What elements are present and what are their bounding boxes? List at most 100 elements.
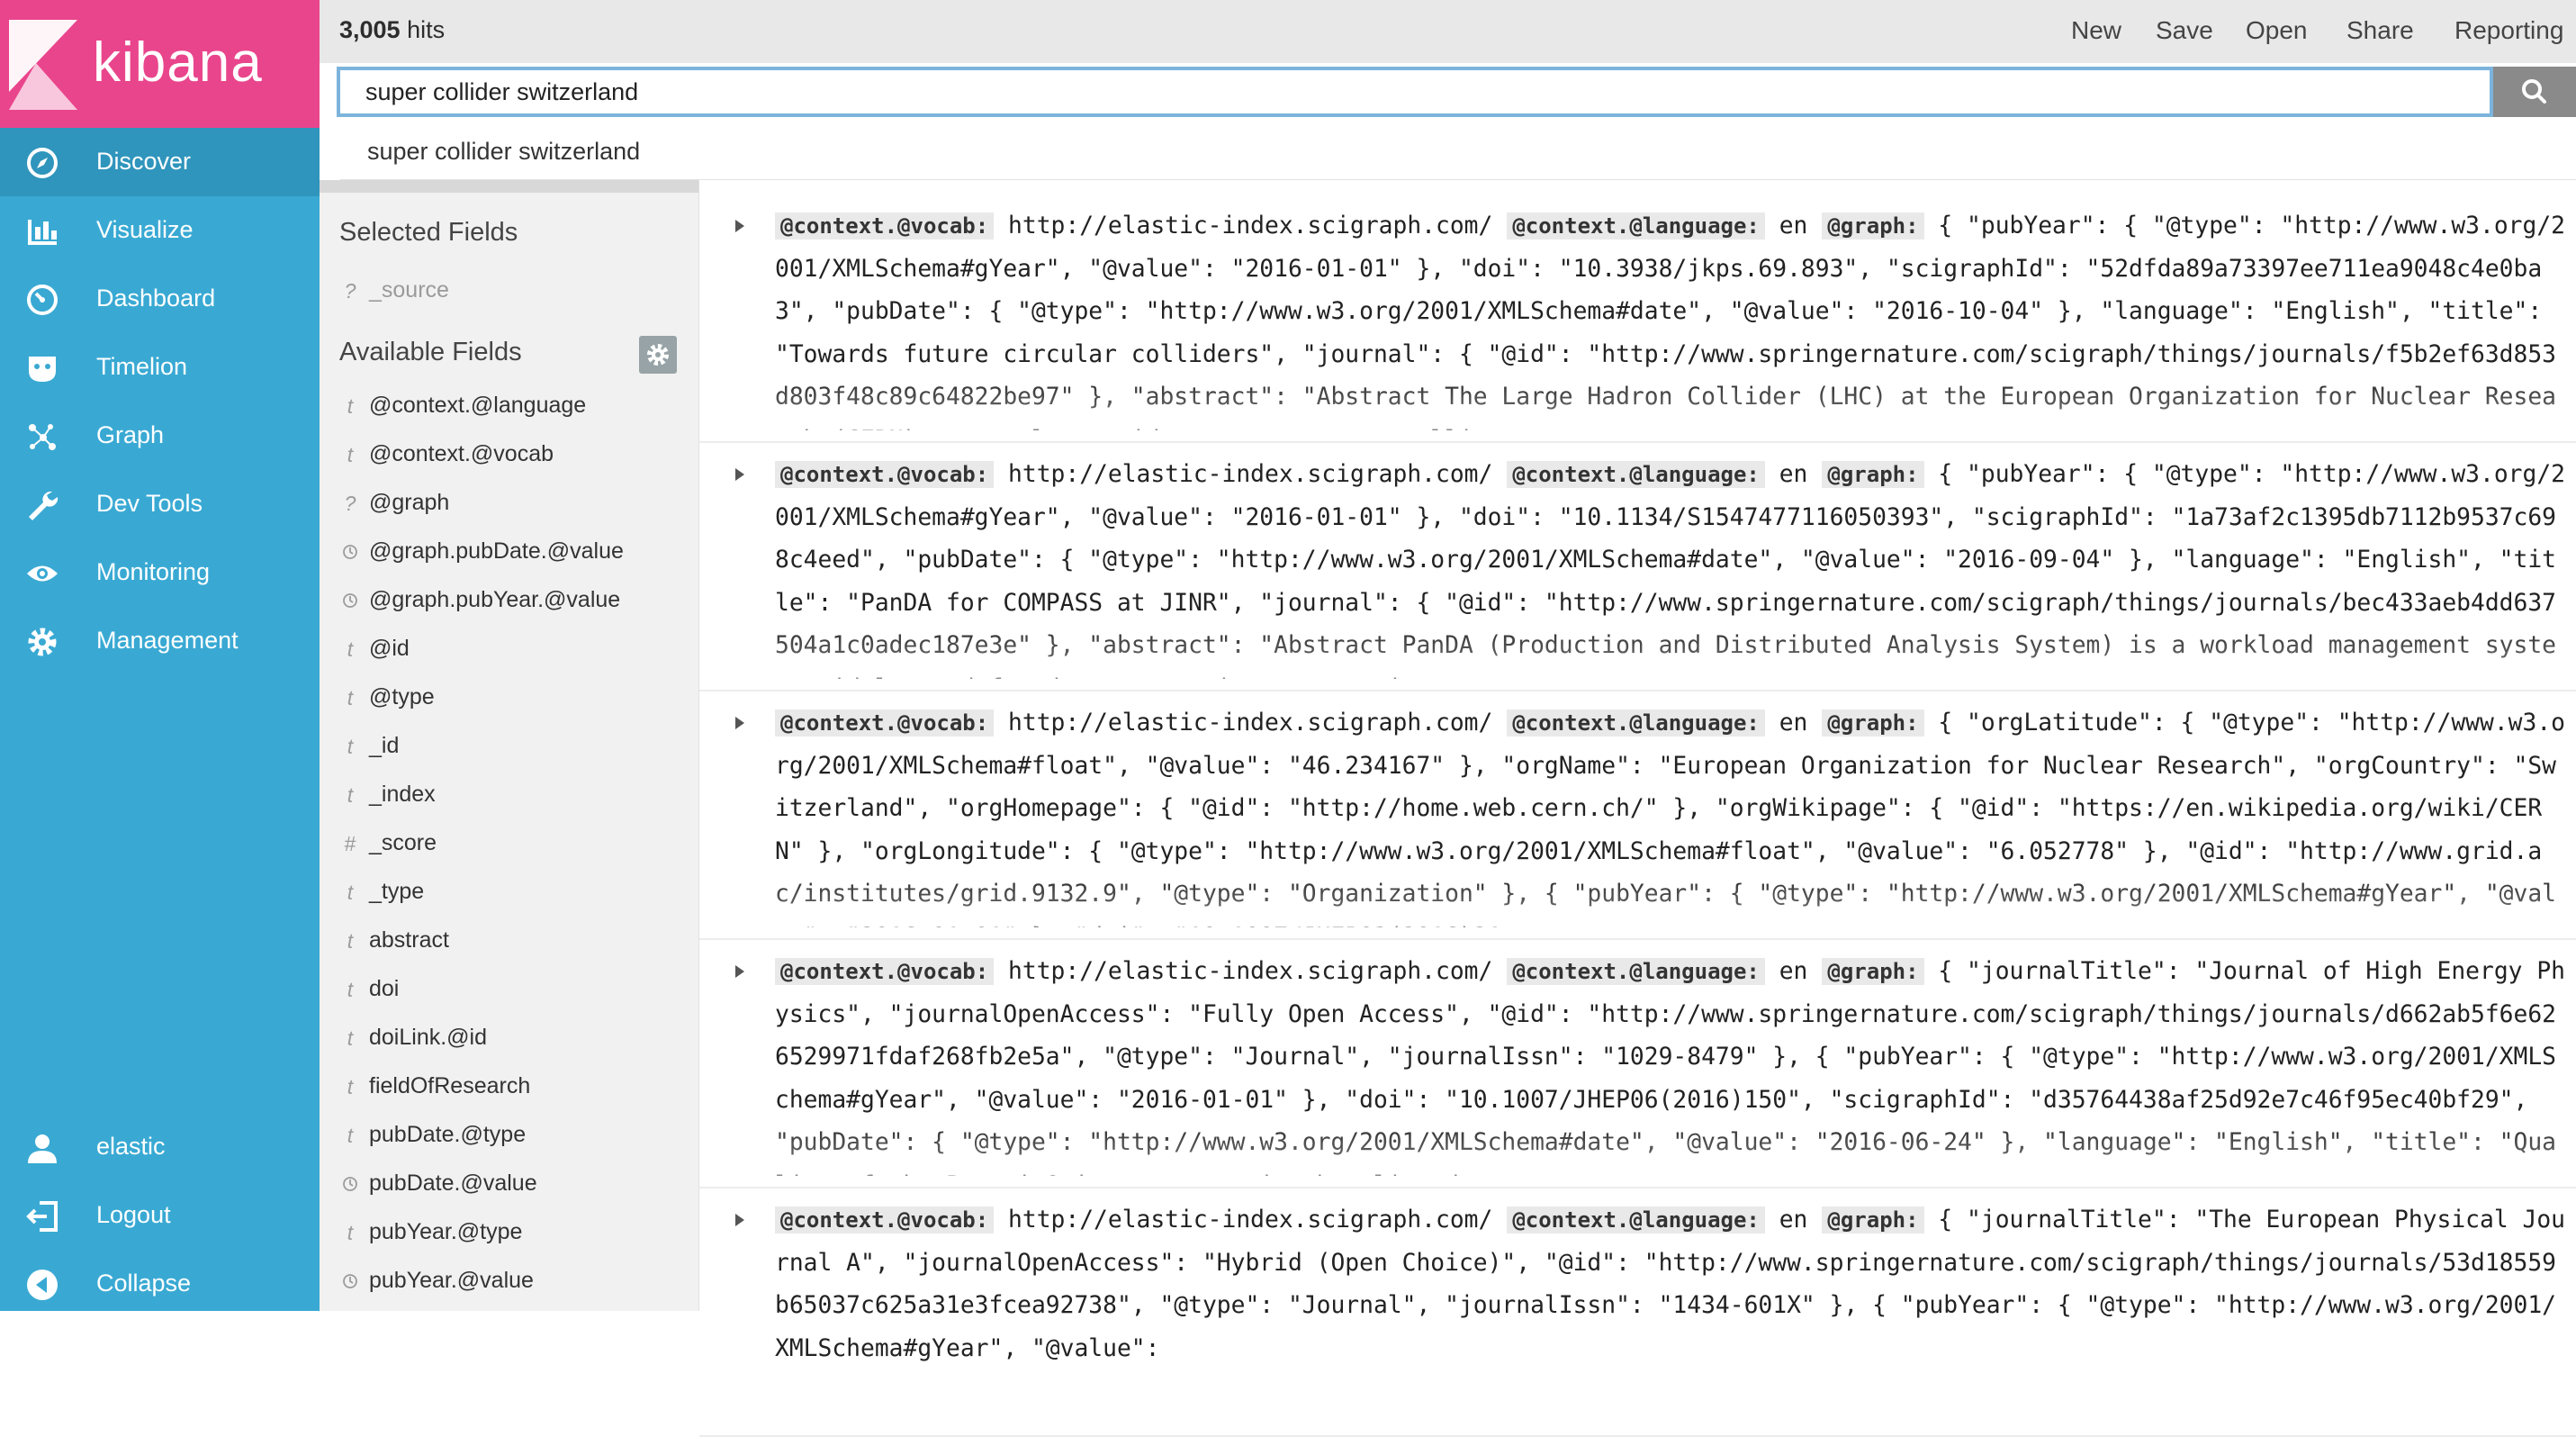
field-item[interactable]: t _type: [320, 872, 698, 917]
nav-item-monitoring[interactable]: Monitoring: [0, 538, 320, 607]
nav-item-logout[interactable]: Logout: [0, 1181, 320, 1250]
open-button[interactable]: Open: [2246, 16, 2308, 45]
field-item[interactable]: @graph.pubDate.@value: [320, 531, 698, 576]
field-key: @graph:: [1822, 461, 1924, 488]
field-item[interactable]: pubDate.@value: [320, 1163, 698, 1208]
string-type-icon: t: [347, 1026, 354, 1050]
string-type-icon: t: [347, 394, 354, 418]
kibana-logo-icon: [9, 20, 77, 110]
save-button[interactable]: Save: [2156, 16, 2213, 45]
expand-caret-icon[interactable]: [735, 1214, 744, 1226]
string-type-icon: t: [347, 929, 354, 953]
graph-nodes-icon: [29, 424, 56, 450]
expand-caret-icon[interactable]: [735, 468, 744, 481]
field-item[interactable]: ? @graph: [320, 483, 698, 528]
nav-label: Visualize: [96, 216, 194, 243]
field-item[interactable]: t @type: [320, 677, 698, 722]
document-row[interactable]: @context.@vocab: http://elastic-index.sc…: [699, 1187, 2576, 1437]
field-item[interactable]: @graph.pubYear.@value: [320, 580, 698, 625]
dashboard-gauge-icon: [27, 285, 58, 315]
new-button[interactable]: New: [2071, 16, 2121, 45]
string-type-icon: t: [347, 637, 354, 661]
timelion-mask-icon: [29, 357, 56, 382]
kibana-logo[interactable]: kibana: [0, 0, 320, 128]
document-row[interactable]: @context.@vocab: http://elastic-index.sc…: [699, 441, 2576, 691]
document-row[interactable]: @context.@vocab: http://elastic-index.sc…: [699, 938, 2576, 1188]
field-item[interactable]: t pubDate.@type: [320, 1115, 698, 1160]
share-button[interactable]: Share: [2346, 16, 2414, 45]
field-value: http://elastic-index.scigraph.com/: [1008, 709, 1493, 737]
field-name: @id: [369, 636, 410, 661]
field-item[interactable]: # _score: [320, 823, 698, 868]
expand-caret-icon[interactable]: [735, 717, 744, 729]
gear-icon: [647, 344, 669, 366]
unknown-type-icon: ?: [344, 279, 356, 303]
field-item[interactable]: t doiLink.@id: [320, 1017, 698, 1062]
expand-caret-icon[interactable]: [735, 220, 744, 232]
nav-item-dev-tools[interactable]: Dev Tools: [0, 470, 320, 538]
field-name: doi: [369, 976, 400, 1001]
nav-item-discover[interactable]: Discover: [0, 128, 320, 196]
row-fade: [699, 621, 2576, 690]
field-value: http://elastic-index.scigraph.com/: [1008, 461, 1493, 488]
document-row[interactable]: @context.@vocab: http://elastic-index.sc…: [699, 193, 2576, 443]
brand-name: kibana: [93, 32, 263, 94]
field-name: doiLink.@id: [369, 1025, 488, 1050]
gear-icon: [28, 628, 57, 656]
field-name: _index: [369, 782, 436, 807]
nav-label: Management: [96, 627, 239, 654]
field-name: @graph: [369, 490, 450, 515]
field-name: @context.@language: [369, 393, 587, 418]
nav-item-collapse[interactable]: Collapse: [0, 1250, 320, 1318]
nav-item-timelion[interactable]: Timelion: [0, 333, 320, 402]
selected-fields-heading: Selected Fields: [339, 218, 518, 247]
clock-icon: [341, 1172, 359, 1198]
field-name: pubYear.@value: [369, 1268, 534, 1293]
nav-item-dashboard[interactable]: Dashboard: [0, 265, 320, 333]
search-suggestion-dropdown[interactable]: super collider switzerland: [340, 125, 2576, 180]
field-item[interactable]: ? _source: [320, 270, 698, 315]
string-type-icon: t: [347, 1124, 354, 1147]
nav-item-user-elastic[interactable]: elastic: [0, 1113, 320, 1181]
field-name: _type: [369, 879, 425, 904]
search-button[interactable]: [2493, 67, 2576, 117]
field-item[interactable]: t fieldOfResearch: [320, 1066, 698, 1111]
expand-caret-icon[interactable]: [735, 965, 744, 978]
field-name: abstract: [369, 927, 449, 953]
field-item[interactable]: t pubYear.@type: [320, 1212, 698, 1257]
nav-item-graph[interactable]: Graph: [0, 402, 320, 470]
field-key: @graph:: [1822, 1207, 1924, 1234]
string-type-icon: t: [347, 783, 354, 807]
nav-item-visualize[interactable]: Visualize: [0, 196, 320, 265]
fields-sidebar: Selected Fields ? _source Available Fiel…: [320, 180, 698, 1311]
field-item[interactable]: t abstract: [320, 920, 698, 965]
user-icon: [28, 1134, 57, 1163]
field-settings-button[interactable]: [639, 336, 677, 374]
string-type-icon: t: [347, 1221, 354, 1244]
field-item[interactable]: t @context.@language: [320, 385, 698, 430]
field-name: @type: [369, 684, 435, 709]
compass-icon: [27, 148, 58, 178]
logout-icon: [26, 1201, 58, 1232]
field-name: @context.@vocab: [369, 441, 554, 466]
string-type-icon: t: [347, 978, 354, 1001]
document-row[interactable]: @context.@vocab: http://elastic-index.sc…: [699, 690, 2576, 940]
field-item[interactable]: t _index: [320, 774, 698, 819]
clock-icon: [341, 540, 359, 565]
field-key: @context.@language:: [1507, 958, 1765, 985]
field-item[interactable]: t @context.@vocab: [320, 434, 698, 479]
hits-number: 3,005: [339, 16, 401, 43]
search-input[interactable]: [340, 70, 2490, 113]
clock-icon: [341, 589, 359, 614]
field-item[interactable]: t @id: [320, 628, 698, 673]
field-item[interactable]: t _id: [320, 726, 698, 771]
eye-icon: [27, 565, 58, 582]
string-type-icon: t: [347, 686, 354, 709]
hits-count: 3,005 hits: [339, 16, 445, 44]
nav-item-management[interactable]: Management: [0, 607, 320, 675]
field-item[interactable]: pubYear.@value: [320, 1261, 698, 1306]
unknown-type-icon: ?: [344, 492, 356, 515]
field-item[interactable]: t doi: [320, 969, 698, 1014]
field-name: pubYear.@type: [369, 1219, 523, 1244]
reporting-button[interactable]: Reporting: [2454, 16, 2563, 45]
